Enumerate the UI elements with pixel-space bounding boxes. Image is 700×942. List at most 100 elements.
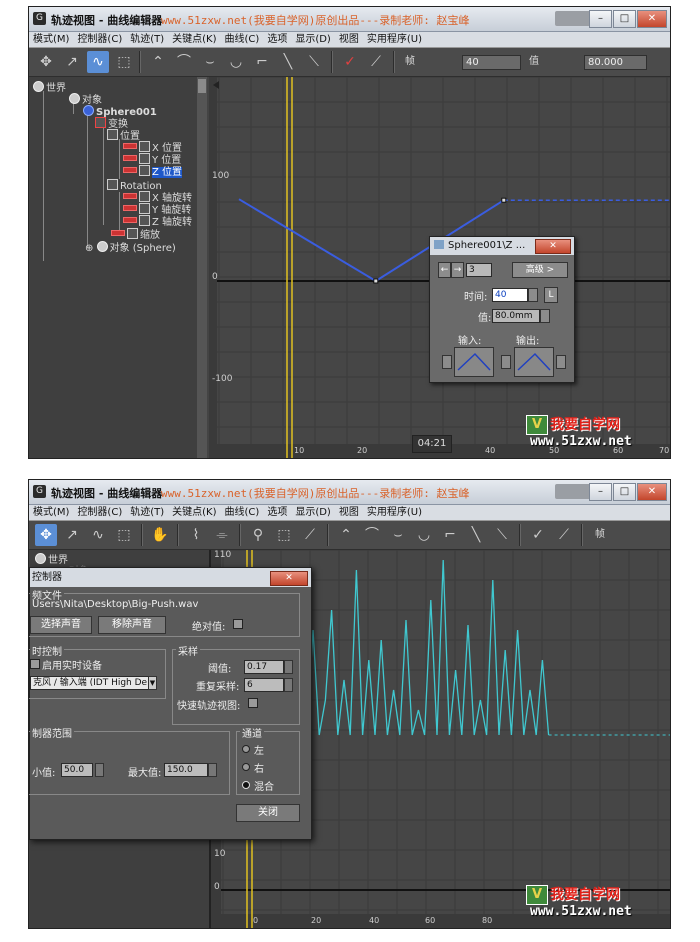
menu-keys[interactable]: 关键点(K): [168, 32, 220, 47]
lock-button[interactable]: L: [544, 287, 558, 303]
tangent-linear-icon[interactable]: ╲: [465, 524, 487, 546]
tangent-step-icon[interactable]: ⌐: [251, 51, 273, 73]
min-value-field[interactable]: 50.0: [61, 763, 93, 777]
device-select[interactable]: 克风 / 输入端 (IDT High De: [30, 676, 156, 690]
threshold-spinner[interactable]: [284, 660, 293, 674]
min-value-spinner[interactable]: [95, 763, 104, 777]
tree-scrollbar[interactable]: [197, 77, 207, 458]
key-index-field[interactable]: 3: [466, 263, 492, 277]
frame-values-icon[interactable]: ⌯: [211, 524, 233, 546]
break-tangents-icon[interactable]: ✓: [339, 51, 361, 73]
menu-mode[interactable]: 模式(M): [29, 505, 73, 520]
tree-item-world[interactable]: 世界: [33, 81, 66, 94]
tree-item-world[interactable]: 世界: [35, 553, 68, 566]
scrollbar-thumb[interactable]: [198, 79, 206, 93]
menu-options[interactable]: 选项: [263, 505, 291, 520]
close-button[interactable]: ✕: [637, 483, 667, 501]
tangent-custom-icon[interactable]: ⌒: [361, 524, 383, 546]
menu-curves[interactable]: 曲线(C): [221, 505, 264, 520]
enable-realtime-checkbox[interactable]: [30, 659, 40, 669]
unify-tangents-icon[interactable]: ⟋: [553, 524, 575, 546]
dialog-close-button[interactable]: 关闭: [236, 804, 300, 822]
time-spinner[interactable]: [528, 288, 538, 302]
tree-item-rotation[interactable]: Rotation: [107, 179, 162, 192]
tree-item-z-position[interactable]: Z 位置: [123, 165, 183, 178]
menu-curves[interactable]: 曲线(C): [221, 32, 264, 47]
in-tangent-prev-icon[interactable]: [442, 355, 452, 369]
oversample-field[interactable]: 6: [244, 678, 284, 692]
value-field[interactable]: 80.000: [584, 55, 647, 70]
threshold-field[interactable]: 0.17: [244, 660, 284, 674]
menu-utilities[interactable]: 实用程序(U): [363, 505, 426, 520]
key-dialog-close-button[interactable]: ✕: [535, 239, 571, 254]
frame-horizontal-icon[interactable]: ⌇: [185, 524, 207, 546]
slide-keys-icon[interactable]: ↗: [61, 51, 83, 73]
tangent-smooth-icon[interactable]: ⟍: [303, 51, 325, 73]
tangent-step-icon[interactable]: ⌐: [439, 524, 461, 546]
prev-key-icon[interactable]: ←: [438, 262, 451, 278]
add-keys-icon[interactable]: ∿: [87, 524, 109, 546]
tangent-fast-icon[interactable]: ⌣: [199, 51, 221, 73]
move-keys-icon[interactable]: ✥: [35, 524, 57, 546]
device-dropdown-icon[interactable]: ▼: [148, 676, 157, 690]
menu-tracks[interactable]: 轨迹(T): [126, 505, 168, 520]
tree-item-x-rotation[interactable]: X 轴旋转: [123, 191, 192, 204]
audio-dialog-close-button[interactable]: ✕: [270, 571, 308, 586]
tree-item-x-position[interactable]: X 位置: [123, 141, 182, 154]
tangent-slow-icon[interactable]: ◡: [225, 51, 247, 73]
region-select-icon[interactable]: ⬚: [113, 524, 135, 546]
in-tangent-icon[interactable]: [454, 347, 494, 377]
tree-item-objects[interactable]: 对象: [69, 93, 102, 106]
menu-options[interactable]: 选项: [263, 32, 291, 47]
tree-item-sphere001[interactable]: Sphere001: [83, 105, 157, 118]
tree-item-transform[interactable]: 变换: [95, 117, 128, 130]
out-tangent-next-icon[interactable]: [556, 355, 566, 369]
time-field[interactable]: 40: [492, 288, 528, 302]
tangent-linear-icon[interactable]: ╲: [277, 51, 299, 73]
advanced-button[interactable]: 高级 >: [512, 262, 568, 278]
isolate-curve-icon[interactable]: ⟋: [299, 524, 321, 546]
tangent-auto-icon[interactable]: ⌃: [335, 524, 357, 546]
move-keys-icon[interactable]: ✥: [35, 51, 57, 73]
menu-keys[interactable]: 关键点(K): [168, 505, 220, 520]
oversample-spinner[interactable]: [284, 678, 293, 692]
menu-controller[interactable]: 控制器(C): [73, 505, 126, 520]
maximize-button[interactable]: □: [613, 483, 636, 501]
channel-mix-radio[interactable]: [242, 781, 250, 789]
tree-item-y-position[interactable]: Y 位置: [123, 153, 181, 166]
in-tangent-next-icon[interactable]: [501, 355, 511, 369]
tangent-auto-icon[interactable]: ⌃: [147, 51, 169, 73]
max-value-field[interactable]: 150.0: [164, 763, 208, 777]
region-select-icon[interactable]: ⬚: [113, 51, 135, 73]
zoom-region-icon[interactable]: ⬚: [273, 524, 295, 546]
value-spinner[interactable]: [540, 309, 550, 323]
tree-item-position[interactable]: 位置: [107, 129, 140, 142]
frame-field[interactable]: 40: [462, 55, 521, 70]
tree-item-y-rotation[interactable]: Y 轴旋转: [123, 203, 191, 216]
minimize-button[interactable]: –: [589, 10, 612, 28]
tangent-slow-icon[interactable]: ◡: [413, 524, 435, 546]
max-value-spinner[interactable]: [208, 763, 217, 777]
out-tangent-icon[interactable]: [514, 347, 554, 377]
slide-keys-icon[interactable]: ↗: [61, 524, 83, 546]
menu-view[interactable]: 视图: [335, 32, 363, 47]
menu-tracks[interactable]: 轨迹(T): [126, 32, 168, 47]
channel-left-radio[interactable]: [242, 745, 250, 753]
next-key-icon[interactable]: →: [451, 262, 464, 278]
menu-view[interactable]: 视图: [335, 505, 363, 520]
break-tangents-icon[interactable]: ✓: [527, 524, 549, 546]
tangent-fast-icon[interactable]: ⌣: [387, 524, 409, 546]
menu-display[interactable]: 显示(D): [291, 32, 335, 47]
menu-controller[interactable]: 控制器(C): [73, 32, 126, 47]
tree-item-scale[interactable]: 缩放: [111, 228, 160, 241]
menu-mode[interactable]: 模式(M): [29, 32, 73, 47]
choose-sound-button[interactable]: 选择声音: [30, 616, 92, 634]
tangent-smooth-icon[interactable]: ⟍: [491, 524, 513, 546]
pan-hand-icon[interactable]: ✋: [149, 524, 171, 546]
channel-right-radio[interactable]: [242, 763, 250, 771]
maximize-button[interactable]: □: [613, 10, 636, 28]
quick-track-view-checkbox[interactable]: [248, 698, 258, 708]
menu-display[interactable]: 显示(D): [291, 505, 335, 520]
tree-item-z-rotation[interactable]: Z 轴旋转: [123, 215, 192, 228]
minimize-button[interactable]: –: [589, 483, 612, 501]
